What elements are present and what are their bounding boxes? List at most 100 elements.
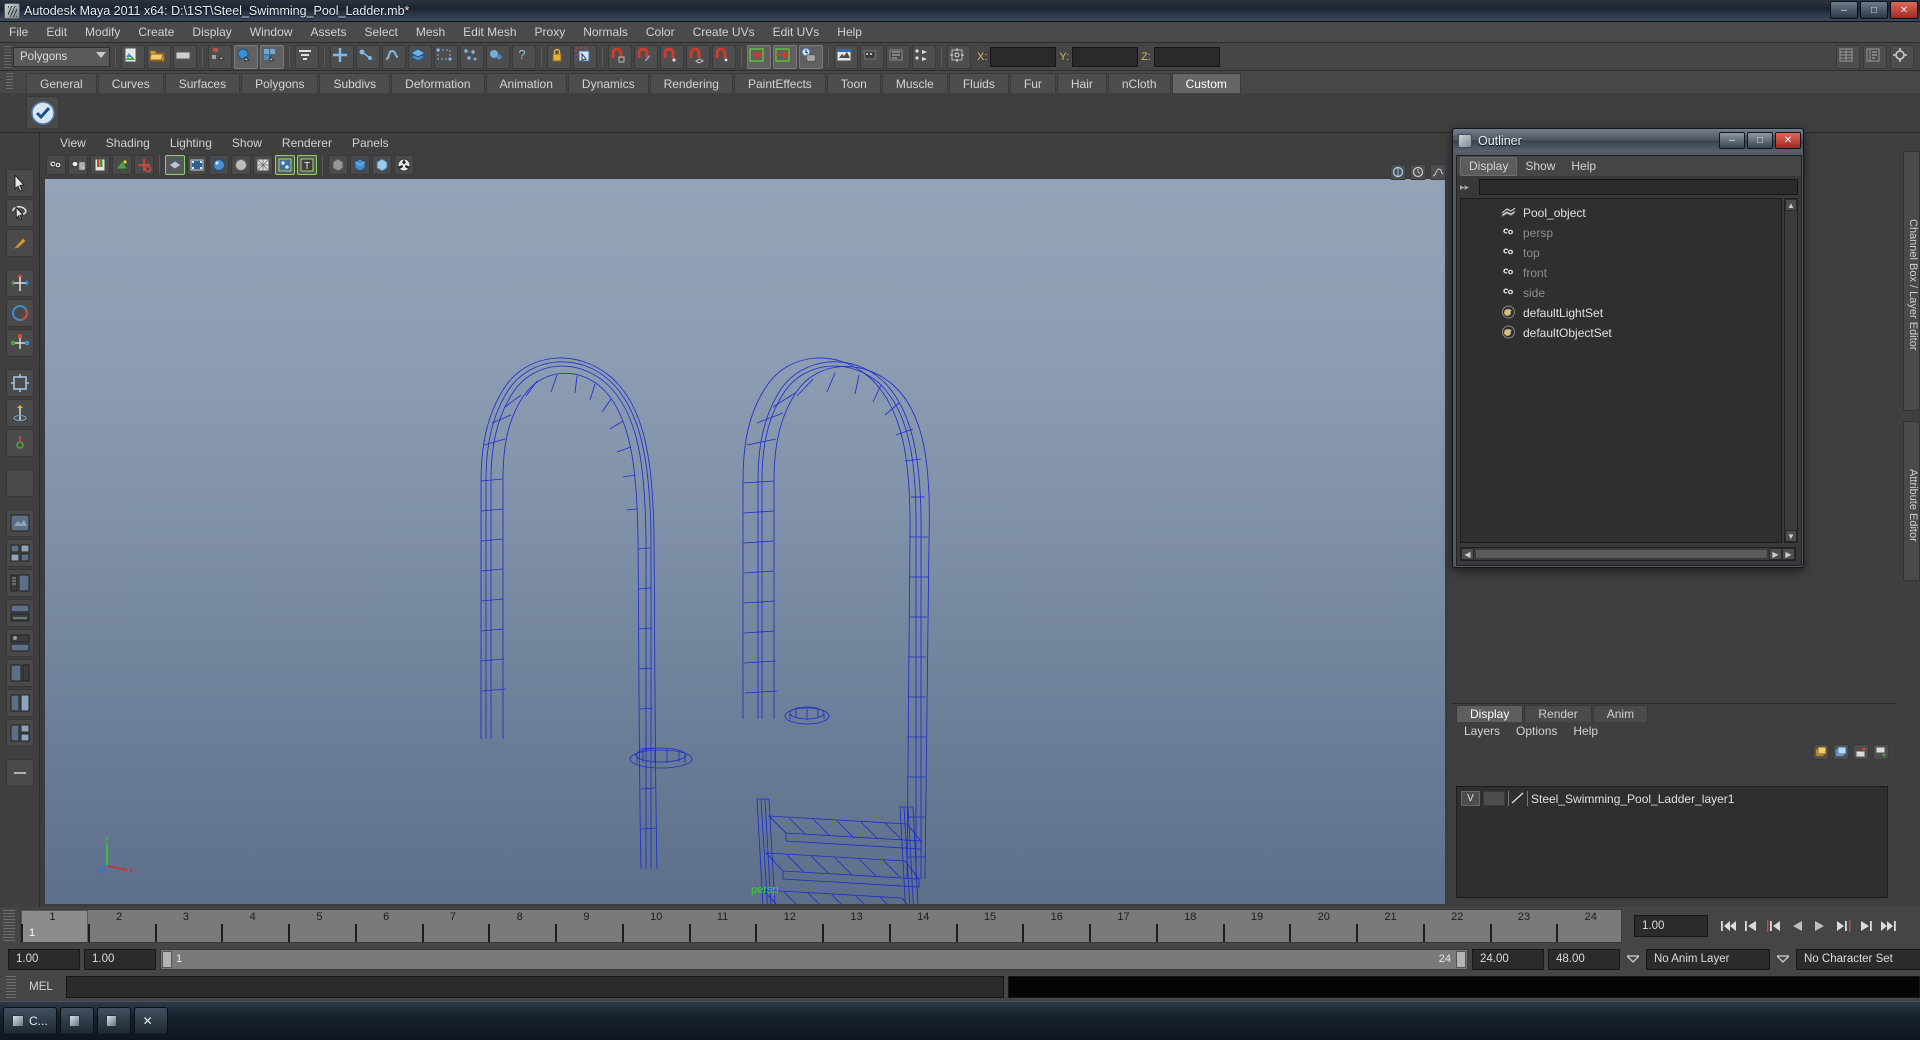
shelf-item-checkmark-icon[interactable] <box>26 96 59 129</box>
menu-display[interactable]: Display <box>183 22 240 43</box>
animation-start-time-field[interactable]: 1.00 <box>8 948 80 970</box>
layer-tab-render[interactable]: Render <box>1524 705 1592 722</box>
high-quality-render-icon[interactable] <box>394 155 414 175</box>
channel-box-layer-editor-strip[interactable]: Channel Box / Layer Editor <box>1903 151 1920 411</box>
menu-file[interactable]: File <box>0 22 37 43</box>
select-filter-icon[interactable] <box>295 44 319 69</box>
outliner-item-pool-object[interactable]: Pool_object <box>1461 203 1781 223</box>
layer-playback-toggle[interactable] <box>1483 791 1505 806</box>
shelf-tab-custom[interactable]: Custom <box>1171 73 1241 93</box>
timeslider-gripper[interactable] <box>3 910 15 942</box>
flat-shade-icon[interactable] <box>231 155 251 175</box>
menu-modify[interactable]: Modify <box>76 22 129 43</box>
taskbar-item-3[interactable]: ✕ <box>133 1007 168 1035</box>
select-surfaces-icon[interactable] <box>408 44 432 69</box>
select-handle-icon[interactable] <box>330 44 354 69</box>
shelf-tab-rendering[interactable]: Rendering <box>649 73 733 93</box>
outliner-titlebar[interactable]: Outliner – □ ✕ <box>1453 129 1803 152</box>
select-deformations-icon[interactable] <box>434 44 458 69</box>
menu-assets[interactable]: Assets <box>301 22 355 43</box>
make-live-icon[interactable] <box>747 44 771 69</box>
new-scene-icon[interactable] <box>121 44 145 69</box>
step-forward-keyframe-icon[interactable] <box>1855 915 1877 937</box>
viewport-menu-renderer[interactable]: Renderer <box>272 133 342 153</box>
shelf-tab-toon[interactable]: Toon <box>826 73 881 93</box>
viewport-menu-shading[interactable]: Shading <box>96 133 160 153</box>
select-help-icon[interactable]: ? <box>512 44 536 69</box>
smooth-shade-icon[interactable] <box>209 155 229 175</box>
attribute-editor-strip[interactable]: Attribute Editor <box>1903 421 1920 581</box>
viewport-canvas[interactable]: y x z persp <box>45 179 1445 904</box>
move-layer-down-icon[interactable] <box>1873 744 1889 760</box>
menu-create[interactable]: Create <box>129 22 183 43</box>
anim-layer-field[interactable]: No Anim Layer <box>1646 948 1770 970</box>
show-channel-box-icon[interactable] <box>1836 44 1860 69</box>
shelf-tab-deformation[interactable]: Deformation <box>391 73 485 93</box>
outliner-item-default-light-set[interactable]: defaultLightSet <box>1461 303 1781 323</box>
expand-arrows-icon[interactable]: ▸▸ <box>1460 180 1476 194</box>
two-d-pan-zoom-icon[interactable] <box>134 155 154 175</box>
toolbox-expand-icon[interactable] <box>5 759 34 787</box>
outliner-persp-layout-icon[interactable] <box>5 569 34 597</box>
shelf-tab-fluids[interactable]: Fluids <box>948 73 1009 93</box>
outliner-item-default-object-set[interactable]: defaultObjectSet <box>1461 323 1781 343</box>
outliner-minimize-button[interactable]: – <box>1719 132 1745 149</box>
camera-attributes-icon[interactable] <box>68 155 88 175</box>
construction-history-icon[interactable] <box>799 44 823 69</box>
shelf-tab-hair[interactable]: Hair <box>1056 73 1107 93</box>
outliner-maximize-button[interactable]: □ <box>1747 132 1773 149</box>
menu-normals[interactable]: Normals <box>574 22 637 43</box>
go-to-start-icon[interactable] <box>1717 915 1739 937</box>
snap-to-points-icon[interactable] <box>660 44 684 69</box>
rotate-tool-icon[interactable] <box>5 299 34 327</box>
xray-joints-icon[interactable] <box>372 155 392 175</box>
input-output-connections-icon[interactable] <box>773 44 797 69</box>
mel-command-input[interactable] <box>66 976 1004 998</box>
viewport-menu-lighting[interactable]: Lighting <box>160 133 222 153</box>
layer-list[interactable]: V Steel_Swimming_Pool_Ladder_layer1 <box>1456 786 1888 898</box>
shelf-tab-animation[interactable]: Animation <box>485 73 567 93</box>
select-curves-icon[interactable] <box>382 44 406 69</box>
menu-mesh[interactable]: Mesh <box>407 22 454 43</box>
texture-display-icon[interactable] <box>275 155 295 175</box>
select-by-component-type-icon[interactable] <box>260 44 284 69</box>
layer-row[interactable]: V Steel_Swimming_Pool_Ladder_layer1 <box>1457 790 1887 807</box>
time-slider-track[interactable]: 1 2 3 4 5 6 7 8 9 10 11 12 13 14 15 16 17 18 19 20 21 22 23 24 1 <box>20 909 1622 943</box>
layer-visibility-toggle[interactable]: V <box>1461 791 1480 806</box>
move-layer-up-icon[interactable] <box>1853 744 1869 760</box>
grid-toggle-icon[interactable] <box>165 155 185 175</box>
viewport-menu-panels[interactable]: Panels <box>342 133 399 153</box>
play-forwards-icon[interactable] <box>1809 915 1831 937</box>
layer-tab-anim[interactable]: Anim <box>1592 705 1649 722</box>
layer-menu-help[interactable]: Help <box>1565 722 1606 741</box>
snap-to-curves-icon[interactable] <box>634 44 658 69</box>
x-field[interactable] <box>990 46 1057 67</box>
shelf-tab-general[interactable]: General <box>26 73 97 93</box>
animation-end-time-field[interactable]: 48.00 <box>1548 948 1620 970</box>
four-view-layout-icon[interactable] <box>5 539 34 567</box>
render-current-frame-icon[interactable] <box>834 44 858 69</box>
shelf-tab-muscle[interactable]: Muscle <box>881 73 948 93</box>
outliner-item-top[interactable]: top <box>1461 243 1781 263</box>
menu-edit[interactable]: Edit <box>37 22 76 43</box>
playback-start-time-field[interactable]: 1.00 <box>84 948 156 970</box>
select-joints-icon[interactable] <box>356 44 380 69</box>
shelf-gripper[interactable] <box>6 73 13 91</box>
menu-create-uvs[interactable]: Create UVs <box>684 22 764 43</box>
clock-icon[interactable] <box>1410 164 1426 180</box>
shelf-tab-polygons[interactable]: Polygons <box>241 73 319 93</box>
scroll-right-icon[interactable]: ▶ <box>1769 548 1782 560</box>
range-end-handle[interactable] <box>1456 950 1466 968</box>
universal-manipulator-icon[interactable] <box>5 369 34 397</box>
chevron-down-icon[interactable] <box>1774 949 1792 970</box>
new-layer-icon[interactable] <box>1813 744 1829 760</box>
shelf-tab-subdivs[interactable]: Subdivs <box>319 73 391 93</box>
persp-outliner-layout-icon[interactable] <box>5 659 34 687</box>
taskbar-item-0[interactable]: C... <box>3 1007 57 1035</box>
ipr-render-icon[interactable] <box>860 44 884 69</box>
lighting-display-icon[interactable]: T <box>297 155 317 175</box>
show-tool-settings-icon[interactable] <box>1890 44 1914 69</box>
scroll-left-icon[interactable]: ◀ <box>1461 548 1474 560</box>
menu-proxy[interactable]: Proxy <box>526 22 575 43</box>
scroll-up-icon[interactable]: ▲ <box>1785 199 1797 211</box>
